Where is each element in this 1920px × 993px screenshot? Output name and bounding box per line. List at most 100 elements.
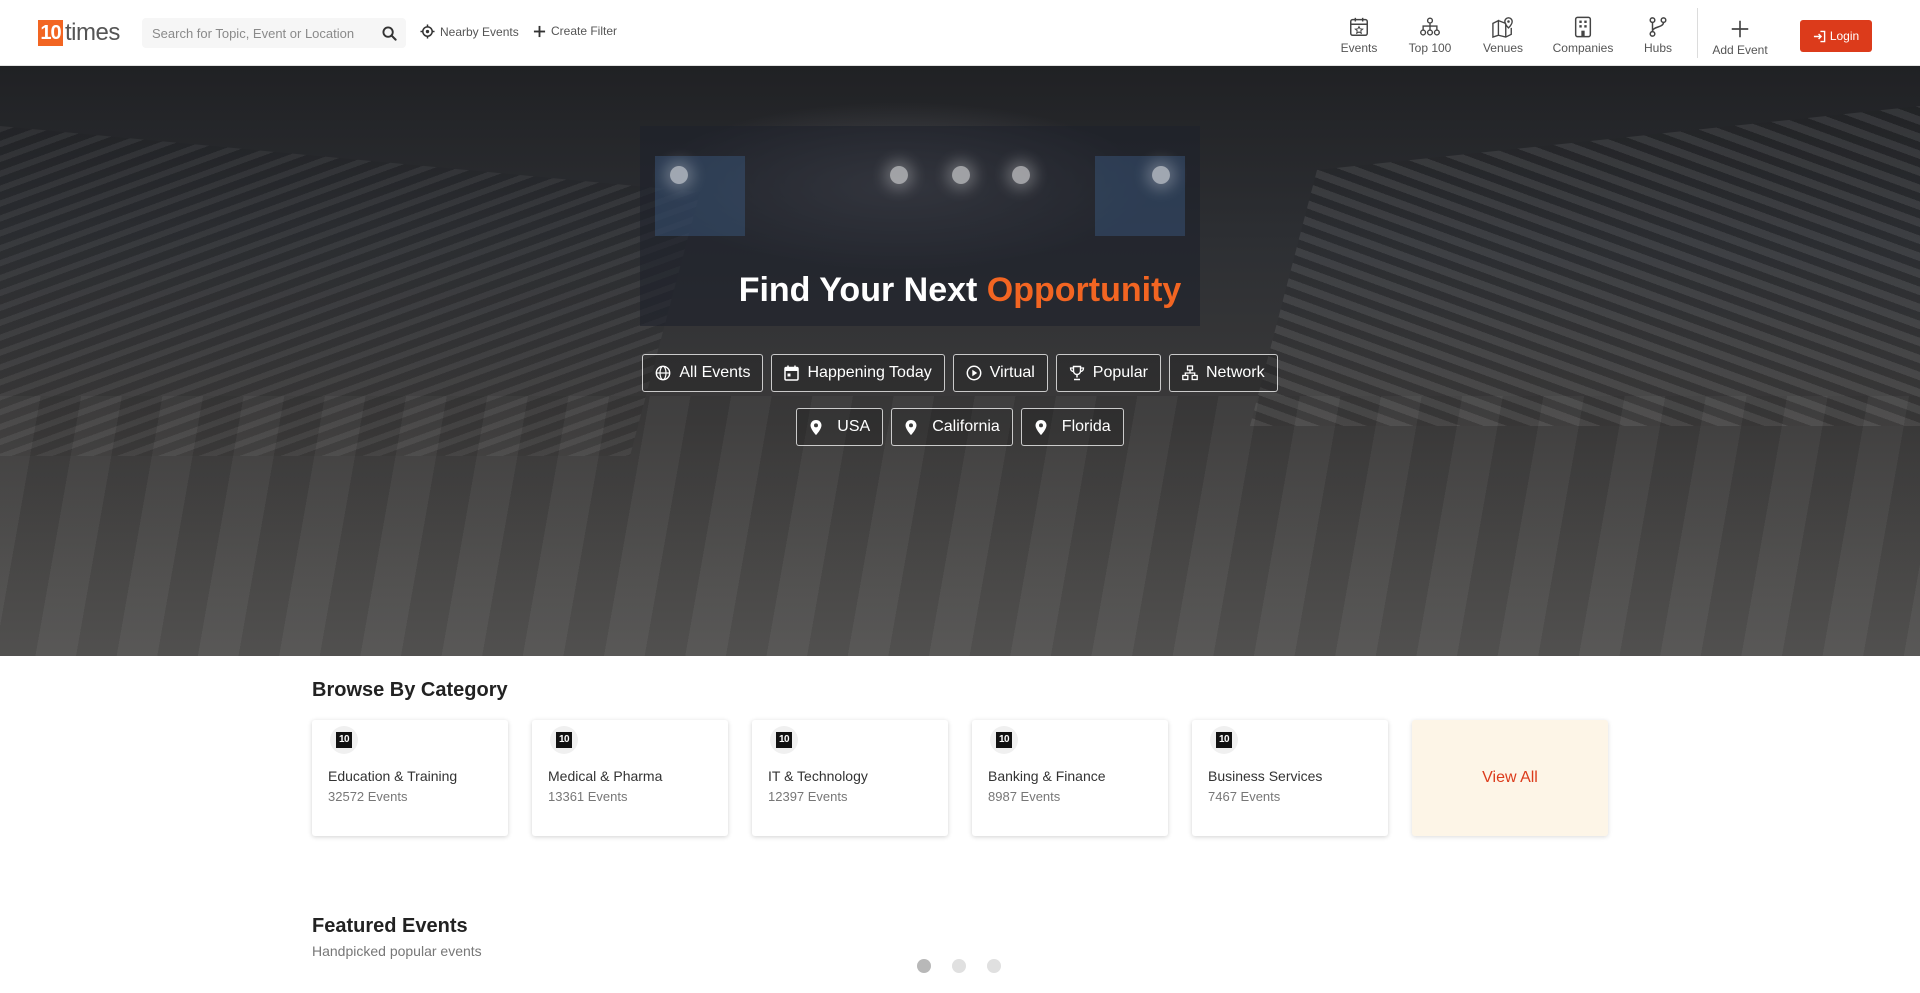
hierarchy-icon [1420, 17, 1440, 36]
nav-companies[interactable]: Companies [1548, 16, 1618, 55]
logo-wordmark: times [65, 19, 120, 46]
nav-top-100-label: Top 100 [1408, 41, 1452, 55]
chip-popular[interactable]: Popular [1055, 354, 1161, 392]
branch-icon [1649, 17, 1667, 37]
chip-label: California [932, 418, 1000, 435]
create-filter-link[interactable]: Create Filter [533, 24, 617, 38]
chip-network[interactable]: Network [1168, 354, 1278, 392]
stage-screen-left [655, 156, 745, 236]
top-header: 10 times Search for Topic, Event or Loca… [0, 0, 1920, 66]
nav-divider [1697, 8, 1698, 58]
nav-venues-label: Venues [1482, 41, 1524, 55]
nearby-events-label: Nearby Events [440, 24, 519, 39]
building-icon [1574, 16, 1592, 38]
stage-light [890, 166, 908, 184]
chip-label: USA [837, 418, 871, 435]
chip-location-florida[interactable]: Florida [1020, 408, 1124, 446]
search-bar[interactable]: Search for Topic, Event or Location [142, 18, 406, 48]
carousel-dot[interactable] [917, 959, 931, 973]
category-badge: 10 [556, 732, 572, 748]
sign-in-icon [1813, 30, 1826, 42]
category-name: Business Services [1208, 768, 1323, 784]
carousel-dot[interactable] [952, 959, 966, 973]
featured-events-title: Featured Events [312, 915, 468, 937]
chip-label: Network [1205, 364, 1265, 381]
category-badge: 10 [1216, 732, 1232, 748]
location-pin-icon [810, 419, 822, 435]
chip-all-events[interactable]: All Events [642, 354, 764, 392]
map-pin-icon [1492, 17, 1513, 38]
stage-light [1152, 166, 1170, 184]
chip-location-usa[interactable]: USA [796, 408, 884, 446]
chip-label: Happening Today [807, 364, 932, 381]
search-icon [381, 25, 397, 41]
location-pin-icon [905, 419, 917, 435]
carousel-dots [917, 959, 1001, 973]
nav-hubs-label: Hubs [1643, 41, 1672, 55]
hero-title-main: Find Your Next [738, 271, 987, 309]
network-icon [1182, 365, 1198, 381]
stage-light [670, 166, 688, 184]
login-button[interactable]: Login [1800, 20, 1872, 52]
quick-filter-row: All Events Happening Today Virtual Popul… [0, 354, 1920, 392]
category-card-business[interactable]: 10 Business Services 7467 Events [1192, 720, 1388, 836]
category-card-education[interactable]: 10 Education & Training 32572 Events [312, 720, 508, 836]
nav-top-100[interactable]: Top 100 [1395, 16, 1465, 55]
create-filter-label: Create Filter [551, 24, 618, 38]
category-logo-icon: 10 [990, 726, 1018, 754]
category-logo-icon: 10 [1210, 726, 1238, 754]
plus-icon [533, 25, 546, 37]
chip-label: Popular [1092, 364, 1148, 381]
category-badge: 10 [776, 732, 792, 748]
play-circle-icon [966, 365, 982, 381]
chip-virtual[interactable]: Virtual [952, 354, 1048, 392]
carousel-dot[interactable] [987, 959, 1001, 973]
nearby-events-link[interactable]: Nearby Events [420, 24, 519, 39]
category-count: 7467 Events [1208, 789, 1281, 804]
chip-happening-today[interactable]: Happening Today [771, 354, 945, 392]
category-card-it[interactable]: 10 IT & Technology 12397 Events [752, 720, 948, 836]
hero-title: Find Your Next Opportunity [0, 271, 1920, 310]
stage-light [952, 166, 970, 184]
category-card-medical[interactable]: 10 Medical & Pharma 13361 Events [532, 720, 728, 836]
nav-venues[interactable]: Venues [1468, 16, 1538, 55]
category-name: Medical & Pharma [548, 768, 663, 784]
category-card-banking[interactable]: 10 Banking & Finance 8987 Events [972, 720, 1168, 836]
stage-light [1012, 166, 1030, 184]
category-name: IT & Technology [768, 768, 868, 784]
category-logo-icon: 10 [770, 726, 798, 754]
nav-companies-label: Companies [1552, 41, 1614, 55]
search-input[interactable]: Search for Topic, Event or Location [142, 26, 372, 41]
plus-icon [1731, 20, 1749, 38]
stage-screen-right [1095, 156, 1185, 236]
location-pin-icon [1035, 419, 1047, 435]
category-count: 13361 Events [548, 789, 628, 804]
chip-label: All Events [679, 364, 751, 381]
category-badge: 10 [336, 732, 352, 748]
nav-hubs[interactable]: Hubs [1623, 16, 1693, 55]
hero-title-accent: Opportunity [986, 271, 1182, 309]
chip-label: Florida [1061, 418, 1111, 435]
category-logo-icon: 10 [550, 726, 578, 754]
hero-banner: Find Your Next Opportunity All Events Ha… [0, 66, 1920, 656]
view-all-categories-button[interactable]: View All [1412, 720, 1608, 836]
category-logo-icon: 10 [330, 726, 358, 754]
nav-events[interactable]: Events [1324, 16, 1394, 55]
featured-events-subtitle: Handpicked popular events [312, 943, 482, 959]
category-count: 8987 Events [988, 789, 1061, 804]
trophy-icon [1069, 365, 1084, 381]
calendar-icon [784, 365, 800, 381]
category-name: Education & Training [328, 768, 458, 784]
category-count: 32572 Events [328, 789, 408, 804]
add-event-button[interactable]: Add Event [1705, 18, 1775, 57]
chip-label: Virtual [989, 364, 1035, 381]
location-filter-row: USA California Florida [0, 408, 1920, 446]
category-count: 12397 Events [768, 789, 848, 804]
login-label: Login [1829, 29, 1860, 43]
calendar-star-icon [1350, 17, 1368, 36]
logo-mark: 10 [38, 20, 63, 46]
site-logo[interactable]: 10 times [38, 19, 120, 47]
chip-location-california[interactable]: California [891, 408, 1013, 446]
category-name: Banking & Finance [988, 768, 1106, 784]
search-button[interactable] [372, 18, 406, 48]
